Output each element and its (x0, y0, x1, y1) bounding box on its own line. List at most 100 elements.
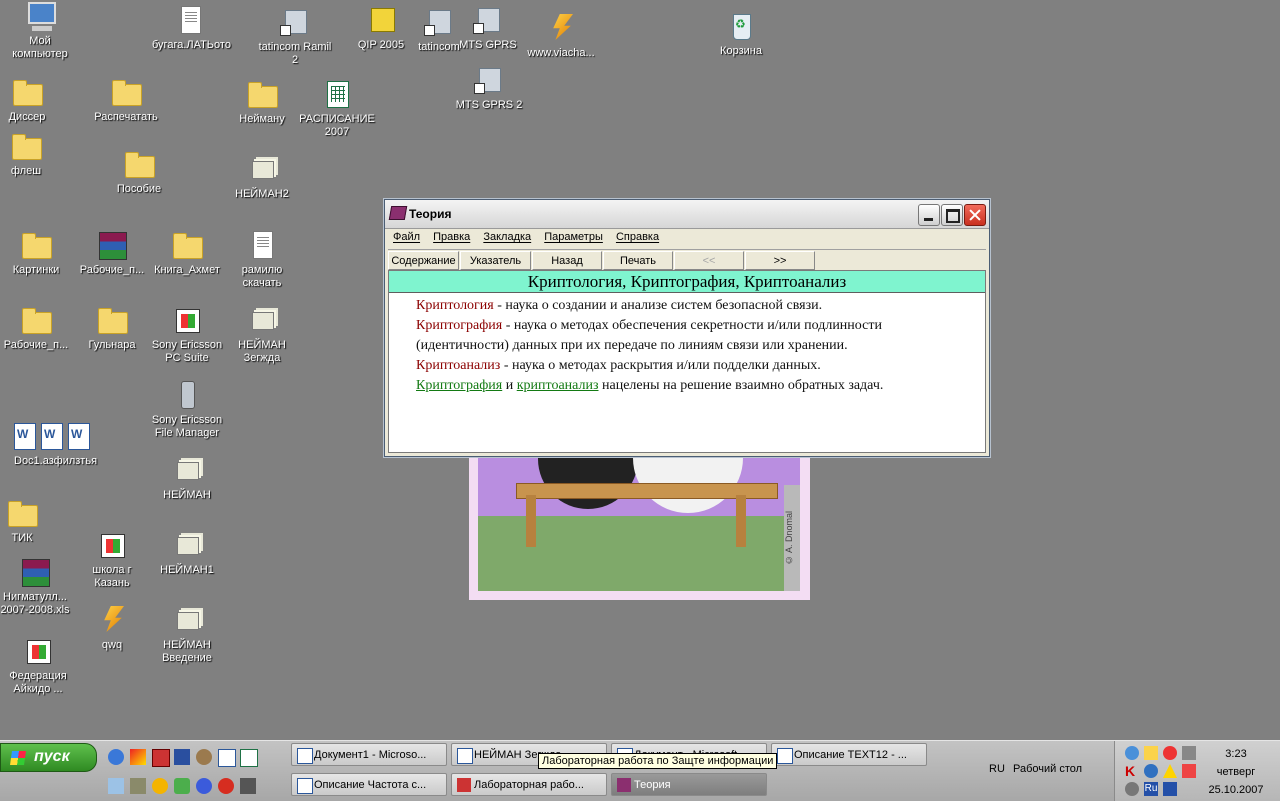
menu-bookmark[interactable]: Закладка (483, 229, 531, 245)
index-button[interactable]: Указатель (460, 251, 531, 270)
desktop-icon-tatincom-ramil[interactable]: tatincom Ramil 2 (257, 6, 333, 67)
desktop-icon-my-computer[interactable]: Мой компьютер (2, 0, 78, 61)
network-shortcut-icon (474, 68, 501, 94)
menu-help[interactable]: Справка (616, 229, 659, 245)
messenger-icon[interactable] (196, 749, 212, 765)
kaspersky-tray-icon[interactable]: K (1125, 764, 1139, 778)
winrar-icon (99, 232, 127, 260)
task-document1[interactable]: Документ1 - Microso... (291, 743, 447, 766)
desktop-icon-neiman1[interactable]: НЕЙМАН1 (149, 529, 225, 577)
ru-language-tray-icon[interactable]: Ru (1144, 782, 1158, 796)
media-icon[interactable] (152, 749, 170, 767)
menu-edit[interactable]: Правка (433, 229, 470, 245)
desktop-icon-federaciya-aikido[interactable]: Федерация Айкидо ... (0, 635, 76, 696)
acrobat-icon[interactable] (130, 749, 146, 765)
link-cryptanalysis[interactable]: криптоанализ (517, 378, 599, 393)
desktop-icon-raspechatat[interactable]: Распечатать (88, 76, 164, 124)
desktop-icon-viacha[interactable]: www.viacha... (523, 12, 599, 60)
disk-tray-icon[interactable] (1125, 782, 1139, 796)
desktop-icon-neimanu[interactable]: Нейману (224, 78, 300, 126)
back-button[interactable]: Назад (532, 251, 602, 270)
warning-tray-icon[interactable] (1163, 764, 1177, 778)
desktop-icon-mts-gprs[interactable]: MTS GPRS (450, 4, 526, 52)
desktop-icon-rabochie-folder[interactable]: Рабочие_п... (0, 304, 74, 352)
task-tooltip: Лабораторная работа по Защте информации (538, 753, 778, 769)
desktop-icon-gulnara[interactable]: Гульнара (74, 304, 150, 352)
desktop-icon-raspisanie[interactable]: РАСПИСАНИЕ 2007 (299, 78, 375, 139)
ie-icon[interactable] (108, 749, 124, 765)
desktop-icon-nigmatull[interactable]: Нигматулл... 2007-2008.xls (0, 556, 73, 617)
desktop-icon-neiman-zegzhda[interactable]: НЕЙМАН Зегжда (224, 304, 300, 365)
desktop-icon-bugaga[interactable]: бугага.ЛАТЬото (152, 4, 231, 52)
minimize-button[interactable] (918, 204, 940, 226)
desktop-icon-neiman2[interactable]: НЕЙМАН2 (224, 153, 300, 201)
desktop-icon-disser[interactable]: Диссер (0, 76, 65, 124)
stop-tray-icon[interactable] (1163, 746, 1177, 760)
mail-icon[interactable] (174, 778, 190, 794)
desktop-icon-rabochie-rar[interactable]: Рабочие_п... (74, 229, 150, 277)
desktop-icon-kartinki[interactable]: Картинки (0, 229, 74, 277)
clock-icon[interactable] (152, 778, 168, 794)
window-title: Теория (409, 207, 452, 221)
opera-icon[interactable] (218, 778, 234, 794)
link-cryptography[interactable]: Криптография (416, 378, 502, 393)
browse-forward-button[interactable]: >> (745, 251, 815, 270)
close-button[interactable] (964, 204, 986, 226)
clock[interactable]: 3:23 четверг 25.10.2007 (1200, 745, 1272, 799)
topic-body: Криптология - наука о создании и анализе… (389, 293, 985, 396)
background-picture[interactable]: © A. Dnomal (469, 447, 810, 600)
contents-button[interactable]: Содержание (388, 251, 459, 270)
desktop-icon-doc1[interactable]: Doc1.азфилзтья (14, 420, 97, 468)
desktop-icon-mts-gprs-2[interactable]: MTS GPRS 2 (451, 64, 527, 112)
language-indicator[interactable]: RU (989, 763, 1005, 775)
browse-back-button[interactable]: << (674, 251, 744, 270)
desktop-icon-qwq[interactable]: qwq (74, 604, 150, 652)
desktop-icon-kniga-akhmet[interactable]: Книга_Ахмет (149, 229, 225, 277)
task-opisanie-text12[interactable]: Описание TEXT12 - ... (771, 743, 927, 766)
task-opisanie-chastota[interactable]: Описание Частота с... (291, 773, 447, 796)
qip-icon (371, 8, 395, 32)
print-button[interactable]: Печать (603, 251, 673, 270)
tool-icon[interactable] (240, 778, 256, 794)
excel-file-icon (327, 81, 349, 108)
word-icon[interactable] (218, 749, 236, 767)
desktop-icon-shkola-kazan[interactable]: школа г Казань (74, 529, 150, 590)
maximize-button[interactable] (941, 204, 963, 226)
desktop-icon-se-pc-suite[interactable]: Sony Ericsson PC Suite (149, 304, 225, 365)
term-cryptanalysis: Криптоанализ (416, 358, 501, 373)
excel-icon[interactable] (240, 749, 258, 767)
update-tray-icon[interactable] (1144, 764, 1158, 778)
task-teoriya[interactable]: Теория (611, 773, 767, 796)
security-tray-icon[interactable] (1144, 746, 1158, 760)
speaker-tray-icon[interactable] (1182, 746, 1196, 760)
player-icon[interactable] (196, 778, 212, 794)
desktop-icon-neiman-vvedenie[interactable]: НЕЙМАН Введение (149, 604, 225, 665)
explorer-icon[interactable] (108, 778, 124, 794)
floppy-icon[interactable] (174, 749, 190, 765)
menu-file[interactable]: Файл (393, 229, 420, 245)
folder-icon (98, 308, 128, 334)
task-laboratornaya[interactable]: Лабораторная рабо... (451, 773, 607, 796)
desktop-icon-recycle-bin[interactable]: Корзина (703, 10, 779, 58)
bench-leg (526, 495, 536, 547)
desktop-icon-se-file-manager[interactable]: Sony Ericsson File Manager (149, 379, 225, 440)
network-icon[interactable] (130, 778, 146, 794)
winamp-icon (553, 14, 573, 40)
help-window[interactable]: Теория Файл Правка Закладка Параметры Сп… (384, 199, 990, 457)
desktop-icon-neiman[interactable]: НЕЙМАН (149, 454, 225, 502)
black-cat-image (538, 449, 638, 509)
desktop-toolbar-label[interactable]: Рабочий стол (1013, 763, 1082, 775)
desktop-icon-ramilyu-skachat[interactable]: рамилю скачать (224, 229, 300, 290)
program-icon (101, 534, 125, 558)
desktop-icon-flesh[interactable]: флеш (0, 130, 64, 178)
antivirus-tray-icon[interactable] (1182, 764, 1196, 778)
word-doc-icon (41, 423, 63, 450)
usb-tray-icon[interactable] (1163, 782, 1177, 796)
menu-options[interactable]: Параметры (544, 229, 603, 245)
desktop-icon-tik[interactable]: ТИК (0, 497, 60, 545)
window-titlebar[interactable]: Теория (385, 200, 989, 229)
word-doc-icon (14, 423, 36, 450)
desktop-icon-posobie[interactable]: Пособие (101, 148, 177, 196)
start-button[interactable]: пуск (0, 743, 97, 772)
network-tray-icon[interactable] (1125, 746, 1139, 760)
